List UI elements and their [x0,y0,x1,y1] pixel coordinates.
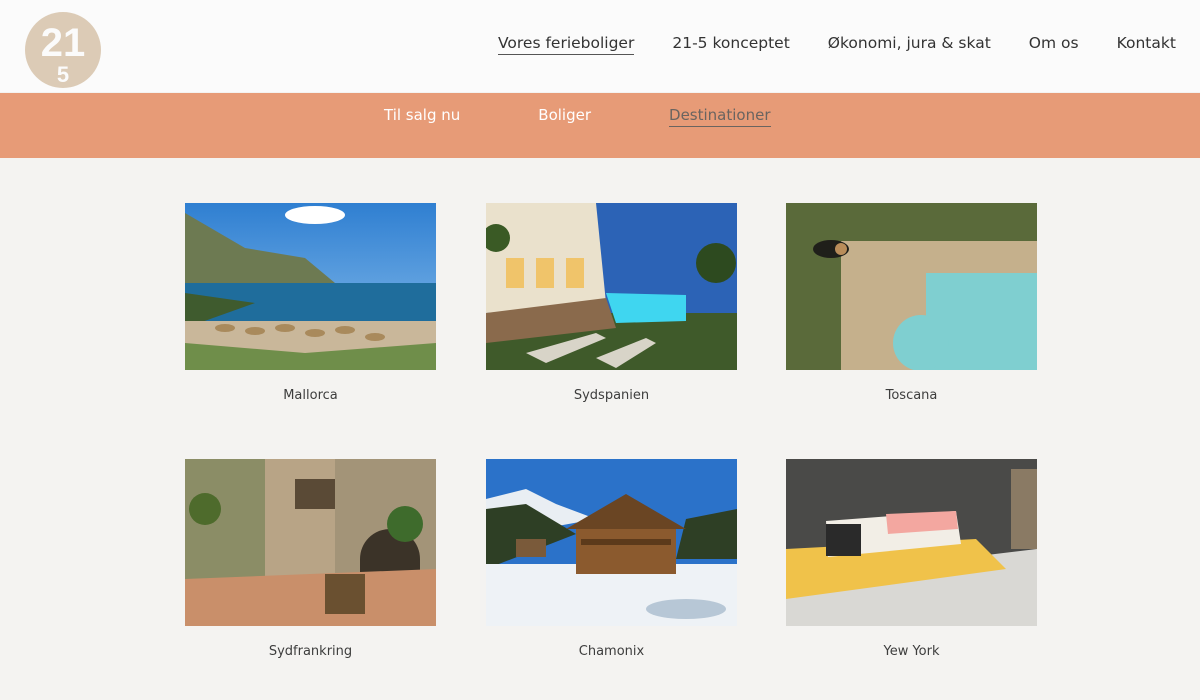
sub-nav: Til salg nu Boliger Destinationer [384,106,849,127]
toscana-photo [786,203,1037,370]
destination-image-sydspanien[interactable] [486,203,737,370]
destination-card-sydspanien[interactable]: Sydspanien [486,203,737,403]
subnav-boliger[interactable]: Boliger [538,106,591,127]
nav-kontakt[interactable]: Kontakt [1117,34,1176,55]
destination-image-mallorca[interactable] [185,203,436,370]
subnav-til-salg-nu[interactable]: Til salg nu [384,106,460,127]
sydfrankring-photo [185,459,436,626]
destination-card-chamonix[interactable]: Chamonix [486,459,737,659]
destination-card-toscana[interactable]: Toscana [786,203,1037,403]
destination-label[interactable]: Chamonix [486,644,737,659]
destination-card-yew-york[interactable]: Yew York [786,459,1037,659]
chamonix-photo [486,459,737,626]
destination-label[interactable]: Mallorca [185,388,436,403]
nav-om-os[interactable]: Om os [1029,34,1079,55]
destination-card-mallorca[interactable]: Mallorca [185,203,436,403]
destination-image-yew-york[interactable] [786,459,1037,626]
mallorca-photo [185,203,436,370]
yew-york-photo [786,459,1037,626]
nav-vores-ferieboliger[interactable]: Vores ferieboliger [498,34,635,55]
nav-okonomi-jura-skat[interactable]: Økonomi, jura & skat [828,34,991,55]
destination-label[interactable]: Sydspanien [486,388,737,403]
destination-image-toscana[interactable] [786,203,1037,370]
main-nav: Vores ferieboliger 21-5 konceptet Økonom… [498,34,1200,55]
nav-21-5-konceptet[interactable]: 21-5 konceptet [672,34,789,55]
destination-image-sydfrankring[interactable] [185,459,436,626]
header: 21 5 Vores ferieboliger 21-5 konceptet Ø… [0,0,1200,92]
subnav-destinationer[interactable]: Destinationer [669,106,771,127]
destination-label[interactable]: Yew York [786,644,1037,659]
destination-image-chamonix[interactable] [486,459,737,626]
svg-text:21: 21 [41,21,86,65]
destination-label[interactable]: Toscana [786,388,1037,403]
sydspanien-photo [486,203,737,370]
destination-card-sydfrankring[interactable]: Sydfrankring [185,459,436,659]
site-logo[interactable]: 21 5 [22,12,104,88]
svg-text:5: 5 [57,62,69,87]
destination-label[interactable]: Sydfrankring [185,644,436,659]
